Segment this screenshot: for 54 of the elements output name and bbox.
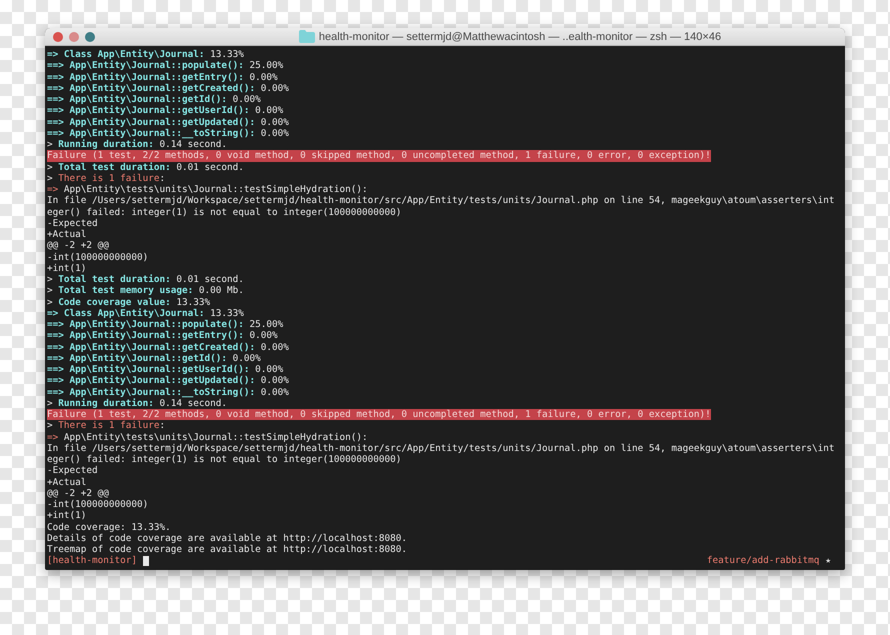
git-branch: feature/add-rabbitmq <box>706 555 820 566</box>
minimize-button[interactable] <box>69 32 79 42</box>
terminal-line: ==> App\Entity\Journal::getUserId(): 0.00% <box>47 105 284 116</box>
terminal-line: eger() failed: integer(1) is not equal to integer(100000000000) <box>47 206 402 218</box>
terminal-line: +int(1) <box>47 262 86 274</box>
terminal-line: -int(100000000000) <box>47 499 148 510</box>
terminal-line: ==> App\Entity\Journal::getEntry(): 0.00% <box>47 330 278 342</box>
terminal-line: eger() failed: integer(1) is not equal to integer(100000000000) <box>47 454 402 466</box>
terminal-line: ==> App\Entity\Journal::getUpdated(): 0.00% <box>47 116 289 128</box>
terminal-line: > Total test duration: 0.01 second. <box>47 162 244 173</box>
terminal-line: -Expected <box>47 218 98 229</box>
terminal-line: Code coverage: 13.33%. <box>47 522 171 533</box>
folder-icon <box>298 30 315 43</box>
terminal-line: +int(1) <box>47 510 86 522</box>
terminal-line: In file /Users/settermjd/Workspace/settermjd/health-monitor/src/App/Entity/tests/units/Journal.php on line 54, mageekguy\atoum\asserters\int <box>47 442 835 454</box>
terminal-line: ==> App\Entity\Journal::populate(): 25.00% <box>47 60 284 72</box>
terminal-line: In file /Users/settermjd/Workspace/settermjd/health-monitor/src/App/Entity/tests/units/Journal.php on line 54, mageekguy\atoum\asserters\int <box>47 195 835 206</box>
terminal-line: +Actual <box>47 476 86 488</box>
status-marker: ★ <box>825 555 832 566</box>
terminal-line: > Total test duration: 0.01 second. <box>47 274 244 286</box>
text-cursor <box>143 556 150 566</box>
terminal-line: > Total test memory usage: 0.00 Mb. <box>47 285 244 296</box>
terminal-line: ==> App\Entity\Journal::getCreated(): 0.00% <box>47 342 289 353</box>
terminal-line: Treemap of code coverage are available at http://localhost:8080. <box>47 544 408 556</box>
terminal-line: ==> App\Entity\Journal::getEntry(): 0.00% <box>47 72 278 83</box>
terminal-line: ==> App\Entity\Journal::getId(): 0.00% <box>47 352 261 364</box>
terminal-line: @@ -2 +2 @@ <box>47 240 109 252</box>
zoom-button[interactable] <box>85 32 95 42</box>
terminal-line: => App\Entity\tests\units\Journal::testSimpleHydration(): <box>47 432 368 443</box>
terminal-line: => Class App\Entity\Journal: 13.33% <box>47 49 244 60</box>
terminal-line: ==> App\Entity\Journal::__toString(): 0.00% <box>47 386 289 398</box>
terminal-line: ==> App\Entity\Journal::getId(): 0.00% <box>47 94 261 105</box>
terminal-line: @@ -2 +2 @@ <box>47 488 109 499</box>
window-title: health-monitor — settermjd@Matthewacintosh — ..ealth-monitor — zsh — 140×46 <box>318 30 722 42</box>
terminal-line: -int(100000000000) <box>47 252 148 263</box>
close-button[interactable] <box>53 32 63 42</box>
terminal-line: ==> App\Entity\Journal::getCreated(): 0.00% <box>47 82 289 94</box>
terminal-line: > There is 1 failure: <box>47 172 166 184</box>
terminal-line: ==> App\Entity\Journal::__toString(): 0.00% <box>47 128 289 139</box>
terminal-line: > Running duration: 0.14 second. <box>47 398 228 409</box>
terminal-line: Details of code coverage are available at http://localhost:8080. <box>47 532 408 544</box>
terminal-line: > There is 1 failure: <box>47 420 166 432</box>
shell-prompt: [health-monitor] <box>47 555 138 566</box>
terminal-line: ==> App\Entity\Journal::getUpdated(): 0.00% <box>47 375 289 386</box>
failure-banner: Failure (1 test, 2/2 methods, 0 void method, 0 skipped method, 0 uncompleted method, 1 failure, 0 error, 0 exception)! <box>47 150 711 162</box>
terminal-line: > Running duration: 0.14 second. <box>47 139 228 150</box>
terminal-line: => App\Entity\tests\units\Journal::testSimpleHydration(): <box>47 184 368 196</box>
terminal-line: > Code coverage value: 13.33% <box>47 296 210 308</box>
failure-banner: Failure (1 test, 2/2 methods, 0 void method, 0 skipped method, 0 uncompleted method, 1 failure, 0 error, 0 exception)! <box>47 409 711 420</box>
terminal-line: ==> App\Entity\Journal::getUserId(): 0.00% <box>47 364 284 375</box>
terminal-line: ==> App\Entity\Journal::populate(): 25.00% <box>47 319 284 330</box>
terminal-line: -Expected <box>47 465 98 476</box>
terminal-line: +Actual <box>47 229 86 240</box>
terminal-line: => Class App\Entity\Journal: 13.33% <box>47 308 244 319</box>
